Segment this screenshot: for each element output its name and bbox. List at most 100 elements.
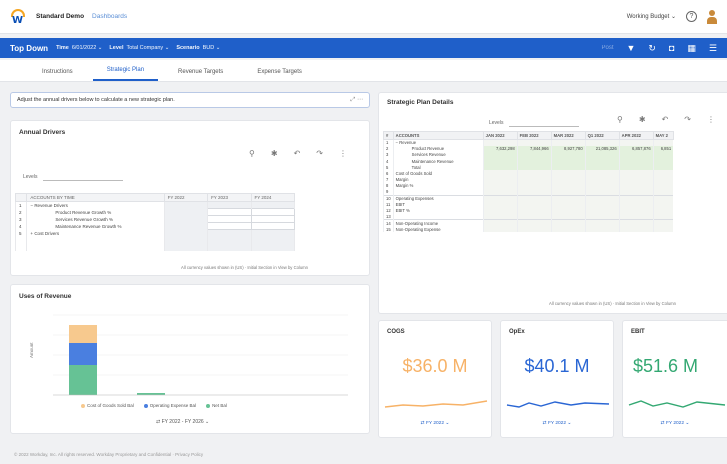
kpi-period-selector[interactable]: ⇄ FY 2022 ⌄ <box>501 421 613 426</box>
page-footer: © 2022 Workday, Inc. All rights reserved… <box>14 452 204 457</box>
strategic-plan-title: Strategic Plan Details <box>387 99 454 106</box>
grid-header: MAR 2022 <box>550 131 586 140</box>
annual-drivers-card: Annual Drivers ⚲ ✱ ↶ ↷ ⋮ Levels ACCOUNTS… <box>10 120 370 276</box>
grid-header: ACCOUNTS BY TIME <box>26 193 165 202</box>
filter-icon[interactable]: ▼ <box>627 43 636 53</box>
camera-icon[interactable]: ◘ <box>669 43 674 53</box>
instruction-banner: Adjust the annual drivers below to calcu… <box>10 92 370 108</box>
undo-icon[interactable]: ↶ <box>294 149 301 158</box>
legend-item[interactable]: Cost of Goods Sold Bal <box>81 403 134 408</box>
uses-of-revenue-card: Uses of Revenue Amount Cost of Goods Sol… <box>10 284 370 434</box>
strategic-plan-details-card: Strategic Plan Details Levels ⚲ ✱ ↶ ↷ ⋮ … <box>378 92 727 314</box>
kpi-value: $40.1 M <box>524 356 590 376</box>
tab-expense-targets[interactable]: Expense Targets <box>243 69 316 81</box>
spd-footnote: All currency values shown in (US) · Init… <box>549 301 676 306</box>
kpi-period-selector[interactable]: ⇄ FY 2022 ⌄ <box>623 421 727 426</box>
chart-legend: Cost of Goods Sold Bal Operating Expense… <box>81 403 227 408</box>
kpi-value: $51.6 M <box>633 356 699 376</box>
table-row[interactable]: 1− Revenue Drivers <box>14 201 295 209</box>
grid-header: JAN 2022 <box>482 131 518 140</box>
grid-header: FEB 2022 <box>516 131 552 140</box>
pin-icon[interactable]: ✱ <box>271 149 278 158</box>
post-button[interactable]: Post <box>601 45 613 51</box>
kpi-card-ebit: EBIT $51.6 M ⇄ FY 2022 ⌄ <box>622 320 727 438</box>
dashboard-toolbar: Top Down Time 6/01/2022 ⌄ Level Total Comp… <box>0 38 727 58</box>
grid-header: FY 2024 <box>250 193 295 202</box>
legend-item[interactable]: Operating Expense Bal <box>143 403 196 408</box>
instruction-text: Adjust the annual drivers below to calcu… <box>17 97 175 103</box>
chevron-down-icon: ⌄ <box>670 14 676 20</box>
expand-icon[interactable]: ⤢ ⋯ <box>351 96 363 104</box>
dashboard-title: Top Down <box>10 43 49 53</box>
refresh-icon[interactable]: ↻ <box>648 43 656 54</box>
kpi-card-cogs: COGS $36.0 M ⇄ FY 2022 ⌄ <box>378 320 492 438</box>
period-selector[interactable]: ⇄ FY 2022 - FY 2026 ⌄ <box>156 419 209 425</box>
grid-view-icon[interactable]: ▦ <box>687 43 696 54</box>
annual-levels-select[interactable] <box>43 173 124 181</box>
table-row[interactable]: 2 Product Revenue Growth % <box>14 208 295 216</box>
context-selector[interactable]: Working Budget ⌄ <box>627 13 676 20</box>
kpi-sparkline <box>628 400 726 408</box>
annual-drivers-tools: ⚲ ✱ ↶ ↷ ⋮ <box>249 149 347 158</box>
kpi-label: OpEx <box>509 329 525 335</box>
grid-header: MAY 2 <box>652 131 674 140</box>
annual-footnote: All currency values shown in (US) · Init… <box>181 265 308 270</box>
y-axis <box>53 314 348 396</box>
pin-icon[interactable]: ✱ <box>639 115 646 124</box>
table-row[interactable]: 3 Services Revenue Growth % <box>14 215 295 223</box>
search-icon[interactable]: ⚲ <box>617 115 623 124</box>
uses-of-revenue-title: Uses of Revenue <box>19 293 72 300</box>
spd-levels: Levels <box>489 119 580 127</box>
kpi-sparkline <box>384 400 488 408</box>
bar-net <box>69 365 97 395</box>
bar-cogs <box>69 325 97 343</box>
tab-bar: Instructions Strategic Plan Revenue Targ… <box>0 60 727 82</box>
breadcrumb-dashboards[interactable]: Dashboards <box>92 13 127 20</box>
help-icon[interactable]: ? <box>686 11 697 22</box>
annual-drivers-grid: ACCOUNTS BY TIME FY 2022 FY 2023 FY 2024… <box>14 193 295 251</box>
top-bar: W Standard Demo Dashboards Working Budge… <box>0 0 727 34</box>
grid-header: ACCOUNTS <box>392 131 484 140</box>
grid-header: # <box>383 131 394 140</box>
table-row[interactable]: 15 Non-Operating Expense <box>383 226 674 233</box>
breadcrumb-main[interactable]: Standard Demo <box>36 13 84 20</box>
kpi-label: COGS <box>387 329 405 335</box>
grid-header: FY 2023 <box>207 193 252 202</box>
grid-header: APR 2022 <box>618 131 654 140</box>
search-icon[interactable]: ⚲ <box>249 149 255 158</box>
annual-levels: Levels <box>23 173 124 181</box>
undo-icon[interactable]: ↶ <box>662 115 669 124</box>
filter-time[interactable]: Time 6/01/2022 ⌄ <box>56 45 102 51</box>
kpi-card-opex: OpEx $40.1 M ⇄ FY 2022 ⌄ <box>500 320 614 438</box>
filter-level[interactable]: Level Total Company ⌄ <box>109 45 169 51</box>
spd-levels-select[interactable] <box>509 119 580 127</box>
kpi-value: $36.0 M <box>402 356 468 376</box>
tab-instructions[interactable]: Instructions <box>28 69 87 81</box>
redo-icon[interactable]: ↷ <box>684 115 691 124</box>
kebab-menu-icon[interactable]: ⋮ <box>707 115 715 124</box>
table-row <box>14 243 295 251</box>
uses-of-revenue-chart: Amount <box>29 314 348 396</box>
table-row[interactable]: 5 + Cost Drivers <box>14 229 295 237</box>
grid-header: FY 2022 <box>163 193 209 202</box>
kpi-period-selector[interactable]: ⇄ FY 2022 ⌄ <box>379 421 491 426</box>
bar-opex <box>69 343 97 365</box>
spd-tools: ⚲ ✱ ↶ ↷ ⋮ <box>617 115 715 124</box>
more-icon[interactable]: ☰ <box>709 43 717 54</box>
tab-strategic-plan[interactable]: Strategic Plan <box>92 67 159 81</box>
grid-header <box>14 193 28 202</box>
redo-icon[interactable]: ↷ <box>316 149 323 158</box>
table-row[interactable]: 4 Maintenance Revenue Growth % <box>14 222 295 230</box>
tab-revenue-targets[interactable]: Revenue Targets <box>164 69 237 81</box>
legend-item[interactable]: Net Bal <box>206 403 227 408</box>
kpi-sparkline <box>506 401 610 408</box>
filter-scenario[interactable]: Scenario BUD ⌄ <box>176 45 220 51</box>
strategic-plan-grid: # ACCOUNTS JAN 2022 FEB 2022 MAR 2022 Q1… <box>383 131 674 233</box>
kpi-label: EBIT <box>631 329 645 335</box>
grid-header: Q1 2022 <box>584 131 620 140</box>
kebab-menu-icon[interactable]: ⋮ <box>339 149 347 158</box>
user-avatar-icon[interactable] <box>707 9 717 24</box>
annual-drivers-title: Annual Drivers <box>19 129 66 136</box>
workday-logo-icon[interactable]: W <box>10 8 26 26</box>
table-row <box>14 236 295 244</box>
